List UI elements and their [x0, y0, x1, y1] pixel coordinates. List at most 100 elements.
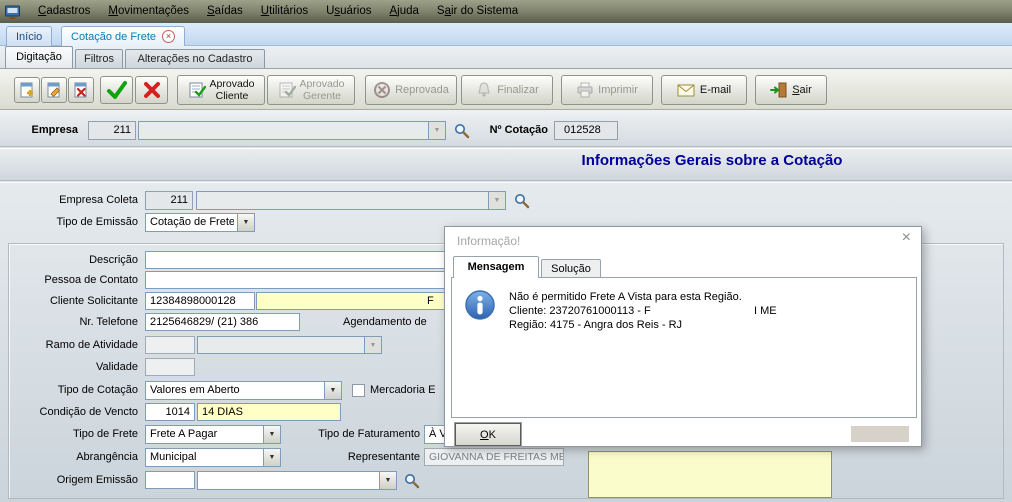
button-label: Finalizar	[497, 84, 539, 96]
toolbar: Aprovado Cliente Aprovado Gerente Reprovad…	[0, 68, 1012, 110]
email-button[interactable]: E-mail	[661, 75, 747, 105]
tipo-frete-label: Tipo de Frete	[72, 428, 138, 440]
button-label: E-mail	[699, 84, 732, 96]
condicao-vencto-desc-field[interactable]: 14 DIAS	[197, 403, 341, 421]
sair-button[interactable]: Sair	[755, 75, 827, 105]
nr-telefone-field[interactable]: 2125646829/ (21) 386	[145, 313, 300, 331]
magnifier-icon	[515, 194, 530, 209]
dropdown-arrow-icon[interactable]	[428, 122, 445, 139]
redacted-box	[851, 426, 909, 442]
empresa-coleta-field[interactable]: 211	[145, 191, 193, 210]
ramo-atividade-code-field	[145, 336, 195, 354]
label-part: U	[260, 5, 270, 17]
dropdown-arrow-icon[interactable]	[263, 449, 280, 466]
empresa-field[interactable]: 211	[88, 121, 136, 140]
insert-record-icon	[18, 81, 36, 99]
label-part: Aprovado	[299, 78, 345, 90]
dropdown-arrow-icon[interactable]	[379, 472, 396, 489]
message-line-1: Não é permitido Frete A Vista para esta …	[509, 291, 742, 303]
label-part: S	[206, 5, 215, 17]
dropdown-arrow-icon[interactable]	[324, 382, 341, 399]
tipo-cotacao-combo[interactable]: Valores em Aberto	[145, 381, 342, 400]
tab-label: Início	[16, 30, 43, 43]
combo-value: Valores em Aberto	[150, 384, 240, 396]
label-part: Aprovado	[209, 78, 255, 90]
message-line-2-suffix: I ME	[754, 305, 777, 317]
envelope-icon	[677, 82, 696, 98]
button-label: Aprovado Gerente	[300, 78, 345, 102]
condicao-vencto-code-field[interactable]: 1014	[145, 403, 195, 421]
menu-item-utilitarios[interactable]: Utilitários	[252, 0, 317, 23]
mercadoria-checkbox[interactable]	[352, 384, 365, 397]
abrangencia-combo[interactable]: Municipal	[145, 448, 281, 467]
nr-telefone-label: Nr. Telefone	[79, 316, 138, 328]
reprovada-button: Reprovada	[365, 75, 457, 105]
origem-emissao-code-field[interactable]	[145, 471, 195, 489]
tab-inicio[interactable]: Início	[6, 26, 53, 46]
cliente-solicitante-label: Cliente Solicitante	[49, 295, 138, 307]
empresa-search-button[interactable]	[452, 121, 472, 141]
combo-value: Municipal	[150, 451, 197, 463]
aprovado-cliente-button[interactable]: Aprovado Cliente	[177, 75, 265, 105]
origem-emissao-combo[interactable]	[197, 471, 397, 490]
validade-label: Validade	[96, 361, 138, 373]
representante-label: Representante	[347, 451, 420, 463]
tipo-emissao-combo[interactable]: Cotação de Frete	[145, 213, 255, 232]
observacao-memo[interactable]	[588, 451, 832, 498]
empresa-coleta-combo[interactable]	[196, 191, 506, 210]
condicao-vencto-label: Condição de Vencto	[39, 406, 138, 418]
check-icon	[106, 80, 128, 100]
empresa-combo[interactable]	[138, 121, 446, 140]
origem-emissao-label: Origem Emissão	[56, 474, 138, 486]
menu-item-saidas[interactable]: Saídas	[198, 0, 252, 23]
aprovado-gerente-button: Aprovado Gerente	[267, 75, 355, 105]
close-tab-icon[interactable]	[162, 30, 175, 43]
magnifier-icon	[455, 124, 470, 139]
insert-record-button[interactable]	[14, 77, 40, 103]
origem-emissao-search-button[interactable]	[402, 471, 422, 491]
label-part: adastros	[46, 5, 91, 17]
num-cotacao-label: Nº Cotação	[489, 124, 548, 136]
tab-cotacao-de-frete[interactable]: Cotação de Frete	[61, 26, 185, 46]
dialog-message-panel: Não é permitido Frete A Vista para esta …	[451, 277, 917, 418]
label-part: uários	[340, 5, 372, 17]
dropdown-arrow-icon[interactable]	[237, 214, 254, 231]
menu-item-sair-do-sistema[interactable]: Sair do Sistema	[428, 0, 527, 23]
menu-item-ajuda[interactable]: Ajuda	[380, 0, 427, 23]
label-part: Cliente	[215, 90, 249, 102]
dropdown-arrow-icon[interactable]	[263, 426, 280, 443]
edit-record-icon	[45, 81, 63, 99]
menu-item-movimentacoes[interactable]: Movimentações	[99, 0, 198, 23]
message-line-2: Cliente: 23720761000113 - F	[509, 305, 651, 317]
section-title: Informações Gerais sobre a Cotação	[581, 152, 843, 169]
edit-record-button[interactable]	[41, 77, 67, 103]
subtab-alteracoes-no-cadastro[interactable]: Alterações no Cadastro	[125, 49, 265, 68]
dialog-tab-solucao[interactable]: Solução	[541, 259, 601, 278]
cliente-cnpj-field[interactable]: 12384898000128	[145, 292, 255, 310]
menu-item-cadastros[interactable]: Cadastros	[29, 0, 99, 23]
menu-item-usuarios[interactable]: Usuários	[317, 0, 380, 23]
tab-label: Cotação de Frete	[71, 30, 156, 43]
abort-button[interactable]	[135, 76, 168, 104]
representante-field: GIOVANNA DE FREITAS MEN	[424, 448, 564, 466]
label-part: O	[480, 428, 489, 441]
dropdown-arrow-icon[interactable]	[488, 192, 505, 209]
pessoa-contato-label: Pessoa de Contato	[44, 274, 138, 286]
empresa-label: Empresa	[31, 124, 78, 136]
label-part: ovimentações	[118, 5, 189, 17]
cancel-record-button[interactable]	[68, 77, 94, 103]
subtab-filtros[interactable]: Filtros	[75, 49, 123, 68]
button-label: Aprovado Cliente	[210, 78, 255, 102]
reprovada-icon	[373, 81, 391, 99]
button-label: Reprovada	[395, 84, 449, 96]
subtab-digitacao[interactable]: Digitação	[5, 46, 73, 68]
ok-button[interactable]: OK	[455, 423, 521, 446]
label-part: air	[799, 84, 812, 96]
confirm-button[interactable]	[100, 76, 133, 104]
cancel-record-icon	[72, 81, 90, 99]
empresa-coleta-search-button[interactable]	[512, 191, 532, 211]
combo-value: Frete A Pagar	[150, 428, 218, 440]
dialog-close-icon[interactable]	[902, 230, 911, 246]
tipo-frete-combo[interactable]: Frete A Pagar	[145, 425, 281, 444]
dialog-tab-mensagem[interactable]: Mensagem	[453, 256, 539, 278]
